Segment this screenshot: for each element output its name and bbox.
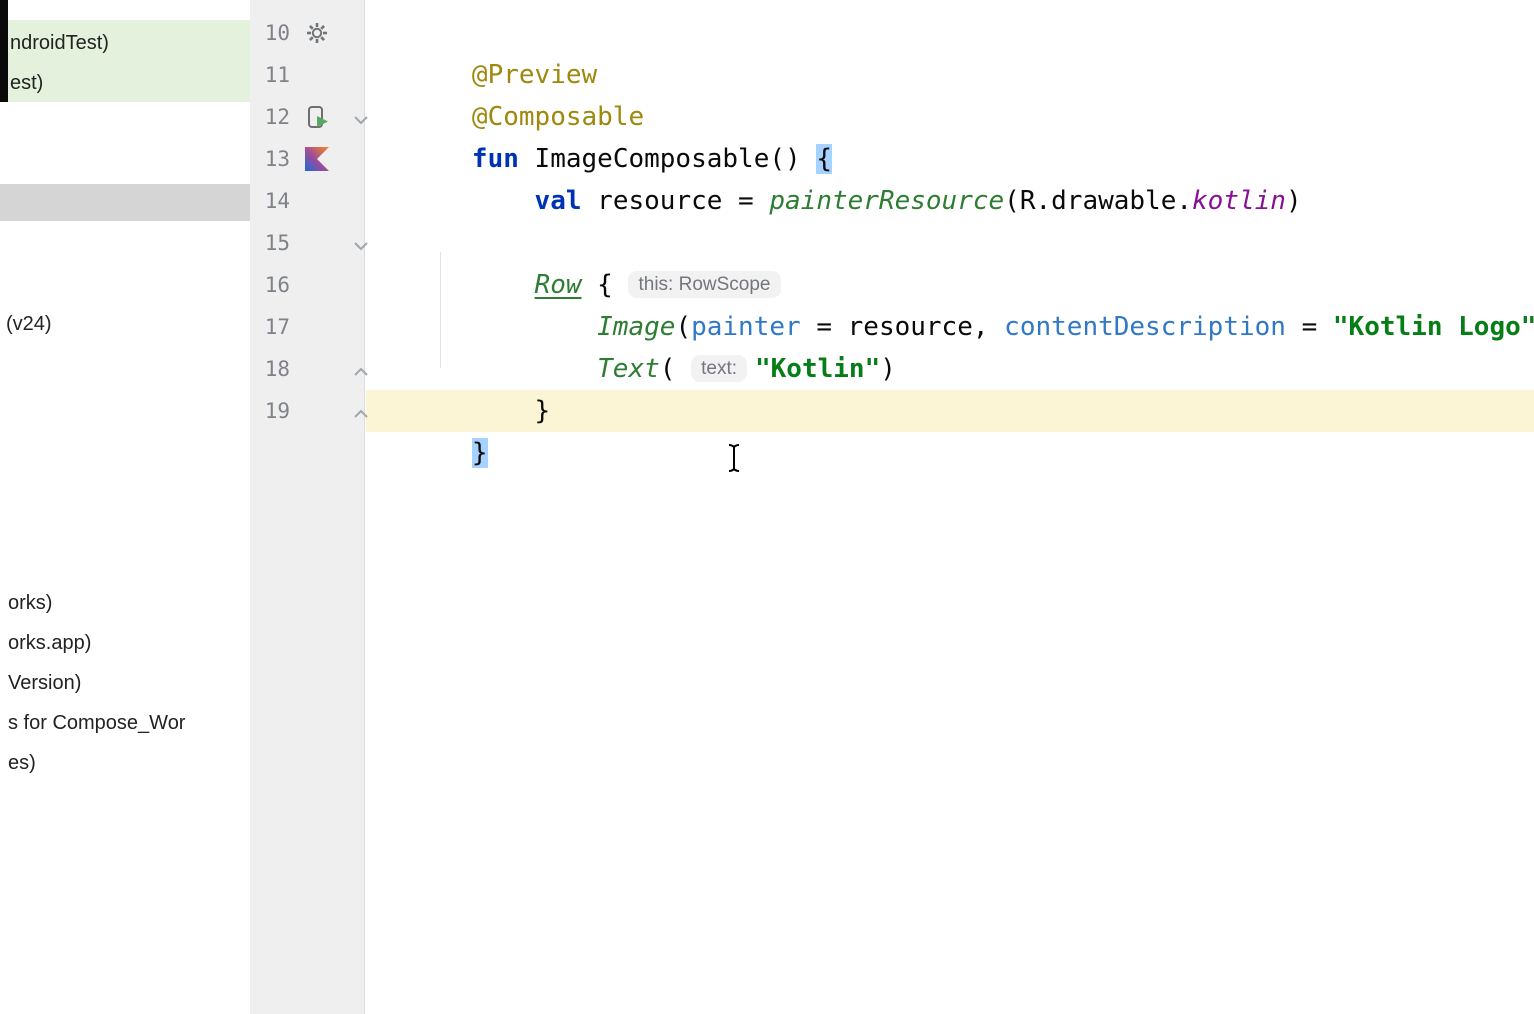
gutter-row: 16 bbox=[250, 264, 364, 306]
line-number[interactable]: 17 bbox=[258, 306, 290, 348]
code-token bbox=[472, 186, 535, 216]
line-number[interactable]: 14 bbox=[258, 180, 290, 222]
gutter-row: 11 bbox=[250, 54, 364, 96]
code-token: ) bbox=[880, 354, 896, 384]
code-token: val bbox=[535, 186, 598, 216]
text-cursor-icon bbox=[726, 442, 742, 479]
code-token bbox=[472, 312, 597, 342]
tree-item[interactable]: s for Compose_Wor bbox=[0, 703, 251, 743]
fold-marker-down-icon[interactable] bbox=[353, 112, 369, 122]
line-number[interactable]: 11 bbox=[258, 54, 290, 96]
inlay-hint-text-param[interactable]: text: bbox=[691, 355, 747, 382]
gutter-row: 17 bbox=[250, 306, 364, 348]
code-token bbox=[472, 270, 535, 300]
tree-item[interactable]: orks) bbox=[0, 583, 251, 623]
gutter-row: 13 bbox=[250, 138, 364, 180]
gutter-row: 15 bbox=[250, 222, 364, 264]
dark-strip bbox=[0, 0, 8, 102]
code-token: ( bbox=[660, 354, 691, 384]
tree-item[interactable]: Version) bbox=[0, 663, 251, 703]
code-token: resource = bbox=[597, 186, 769, 216]
code-token: painterResource bbox=[769, 186, 1004, 216]
indent-guide bbox=[440, 252, 441, 368]
code-token: Text bbox=[597, 354, 660, 384]
gutter-row: 18 bbox=[250, 348, 364, 390]
tree-item[interactable]: orks.app) bbox=[0, 623, 251, 663]
code-token: = resource, bbox=[801, 312, 1005, 342]
ide-window: ndroidTest) est) (v24) orks) orks.app) V… bbox=[0, 0, 1534, 1014]
tree-selected-row[interactable] bbox=[0, 184, 250, 221]
code-token: kotlin bbox=[1192, 186, 1286, 216]
code-token: fun bbox=[472, 144, 535, 174]
tree-item[interactable]: est) bbox=[0, 63, 251, 103]
fold-marker-down-icon[interactable] bbox=[353, 238, 369, 248]
code-token: (R.drawable. bbox=[1004, 186, 1192, 216]
matched-brace: { bbox=[816, 144, 832, 174]
line-number[interactable]: 18 bbox=[258, 348, 290, 390]
code-token: { bbox=[582, 270, 629, 300]
code-line[interactable]: Row { this: RowScope bbox=[366, 222, 1534, 264]
run-preview-icon[interactable] bbox=[305, 105, 329, 129]
code-line[interactable]: @Preview bbox=[366, 12, 1534, 54]
code-token: contentDescription bbox=[1004, 312, 1286, 342]
code-token: painter bbox=[691, 312, 801, 342]
code-token: @Preview bbox=[472, 60, 597, 90]
code-editor[interactable]: @Preview @Composable fun ImageComposable… bbox=[366, 0, 1534, 1014]
tree-item[interactable]: ndroidTest) bbox=[0, 23, 251, 63]
gear-icon[interactable] bbox=[305, 21, 329, 45]
code-token: ) bbox=[1286, 186, 1302, 216]
matched-brace: } bbox=[472, 438, 488, 468]
line-number[interactable]: 16 bbox=[258, 264, 290, 306]
gutter-row: 19 bbox=[250, 390, 364, 432]
inlay-hint-rowscope[interactable]: this: RowScope bbox=[628, 271, 780, 298]
line-number[interactable]: 10 bbox=[258, 12, 290, 54]
code-token: = bbox=[1286, 312, 1333, 342]
code-token: Image bbox=[597, 312, 675, 342]
code-token: Row bbox=[535, 270, 582, 300]
fold-marker-up-icon[interactable] bbox=[353, 406, 369, 416]
line-number[interactable]: 13 bbox=[258, 138, 290, 180]
gutter-row: 10 bbox=[250, 12, 364, 54]
fold-marker-up-icon[interactable] bbox=[353, 364, 369, 374]
tree-item[interactable]: es) bbox=[0, 743, 251, 783]
code-token: } bbox=[472, 396, 550, 426]
code-token: @Composable bbox=[472, 102, 644, 132]
gutter-row: 14 bbox=[250, 180, 364, 222]
tree-item[interactable]: (v24) bbox=[0, 304, 251, 344]
kotlin-logo-icon[interactable] bbox=[305, 147, 329, 171]
code-token: ImageComposable() bbox=[535, 144, 817, 174]
line-number[interactable]: 19 bbox=[258, 390, 290, 432]
gutter-row: 12 bbox=[250, 96, 364, 138]
code-token: "Kotlin Logo" bbox=[1333, 312, 1534, 342]
code-token bbox=[472, 354, 597, 384]
line-number[interactable]: 15 bbox=[258, 222, 290, 264]
code-token: ( bbox=[675, 312, 691, 342]
code-token: "Kotlin" bbox=[755, 354, 880, 384]
editor-gutter: 10 11 12 bbox=[250, 0, 365, 1014]
line-number[interactable]: 12 bbox=[258, 96, 290, 138]
project-tree-panel: ndroidTest) est) (v24) orks) orks.app) V… bbox=[0, 0, 251, 1014]
